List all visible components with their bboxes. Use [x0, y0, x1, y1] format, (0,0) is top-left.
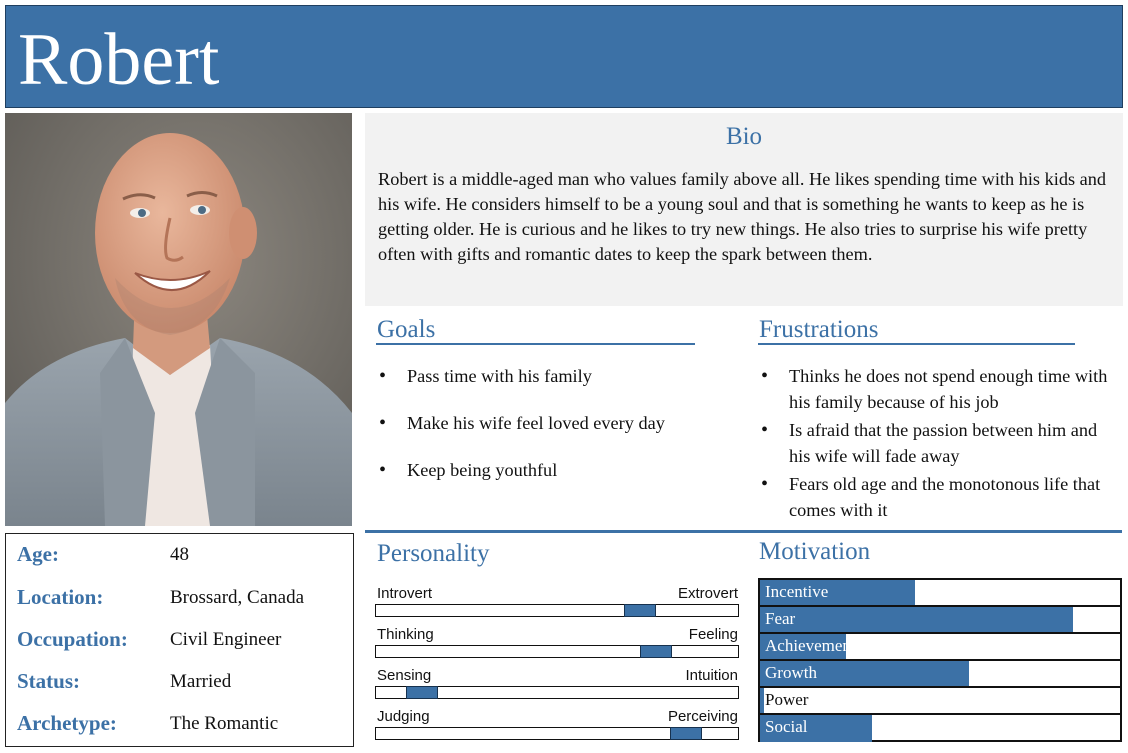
- motivation-label: Fear: [765, 609, 796, 628]
- list-item: Is afraid that the passion between him a…: [759, 417, 1109, 469]
- slider-left-label: Introvert: [377, 585, 433, 602]
- list-item: Make his wife feel loved every day: [377, 410, 737, 436]
- info-value: Married: [170, 671, 232, 692]
- motivation-label: Incentive: [765, 582, 829, 601]
- info-label: Location:: [17, 585, 104, 609]
- slider-track: [375, 604, 739, 617]
- slider-left-label: Thinking: [377, 626, 434, 643]
- motivation-row-achievement: Achievement: [760, 634, 1120, 661]
- persona-header: Robert: [5, 5, 1123, 108]
- slider-track: [375, 686, 739, 699]
- slider-knob[interactable]: [640, 645, 672, 658]
- info-value: Brossard, Canada: [170, 587, 305, 608]
- goals-list: Pass time with his family Make his wife …: [377, 363, 737, 483]
- bio-panel: Bio Robert is a middle-aged man who valu…: [365, 113, 1123, 306]
- persona-photo: [5, 113, 352, 526]
- slider-left-label: Sensing: [377, 667, 432, 684]
- slider-knob[interactable]: [406, 686, 438, 699]
- motivation-bars: Incentive Fear Achievement Growth Power …: [758, 578, 1122, 742]
- slider-knob[interactable]: [624, 604, 656, 617]
- info-row-archetype: Archetype: The Romantic: [6, 711, 353, 741]
- motivation-row-social: Social: [760, 715, 1120, 742]
- goals-title-rule: [376, 343, 695, 345]
- slider-thinking-feeling: Thinking Feeling: [375, 626, 739, 666]
- motivation-label: Power: [765, 690, 809, 709]
- personality-title: Personality: [377, 540, 490, 567]
- info-row-location: Location: Brossard, Canada: [6, 585, 353, 615]
- info-label: Occupation:: [17, 627, 128, 651]
- frustrations-list: Thinks he does not spend enough time wit…: [759, 363, 1109, 523]
- info-row-occupation: Occupation: Civil Engineer: [6, 627, 353, 657]
- slider-sensing-intuition: Sensing Intuition: [375, 667, 739, 707]
- info-row-age: Age: 48: [6, 542, 353, 572]
- motivation-label: Growth: [765, 663, 817, 682]
- bio-text: Robert is a middle-aged man who values f…: [378, 169, 1107, 264]
- motivation-label: Social: [765, 717, 808, 736]
- slider-track: [375, 727, 739, 740]
- info-row-status: Status: Married: [6, 669, 353, 699]
- slider-track: [375, 645, 739, 658]
- slider-right-label: Perceiving: [667, 708, 738, 725]
- list-item: Pass time with his family: [377, 363, 737, 389]
- motivation-title: Motivation: [759, 538, 871, 565]
- info-label: Status:: [17, 669, 81, 693]
- slider-knob[interactable]: [670, 727, 702, 740]
- list-item: Keep being youthful: [377, 457, 737, 483]
- motivation-fill: [760, 688, 764, 713]
- frustrations-title-rule: [758, 343, 1075, 345]
- slider-left-label: Judging: [377, 708, 430, 725]
- info-value: Civil Engineer: [170, 629, 282, 650]
- slider-right-label: Feeling: [688, 626, 738, 643]
- slider-introvert-extrovert: Introvert Extrovert: [375, 585, 739, 625]
- info-label: Archetype:: [17, 711, 117, 735]
- section-divider: [365, 530, 1122, 533]
- motivation-row-fear: Fear: [760, 607, 1120, 634]
- motivation-row-incentive: Incentive: [760, 580, 1120, 607]
- info-box: Age: 48 Location: Brossard, Canada Occup…: [5, 533, 354, 747]
- info-value: The Romantic: [170, 713, 279, 734]
- motivation-fill: [760, 607, 1073, 632]
- motivation-row-growth: Growth: [760, 661, 1120, 688]
- list-item: Thinks he does not spend enough time wit…: [759, 363, 1109, 415]
- bio-title: Bio: [725, 123, 763, 150]
- info-label: Age:: [17, 542, 59, 566]
- persona-name: Robert: [18, 19, 220, 101]
- slider-judging-perceiving: Judging Perceiving: [375, 708, 739, 748]
- motivation-row-power: Power: [760, 688, 1120, 715]
- slider-right-label: Extrovert: [677, 585, 738, 602]
- frustrations-title: Frustrations: [759, 316, 879, 343]
- motivation-label: Achievement: [765, 636, 856, 655]
- slider-right-label: Intuition: [685, 667, 738, 684]
- goals-title: Goals: [377, 316, 436, 343]
- list-item: Fears old age and the monotonous life th…: [759, 471, 1109, 523]
- info-value: 48: [170, 544, 189, 565]
